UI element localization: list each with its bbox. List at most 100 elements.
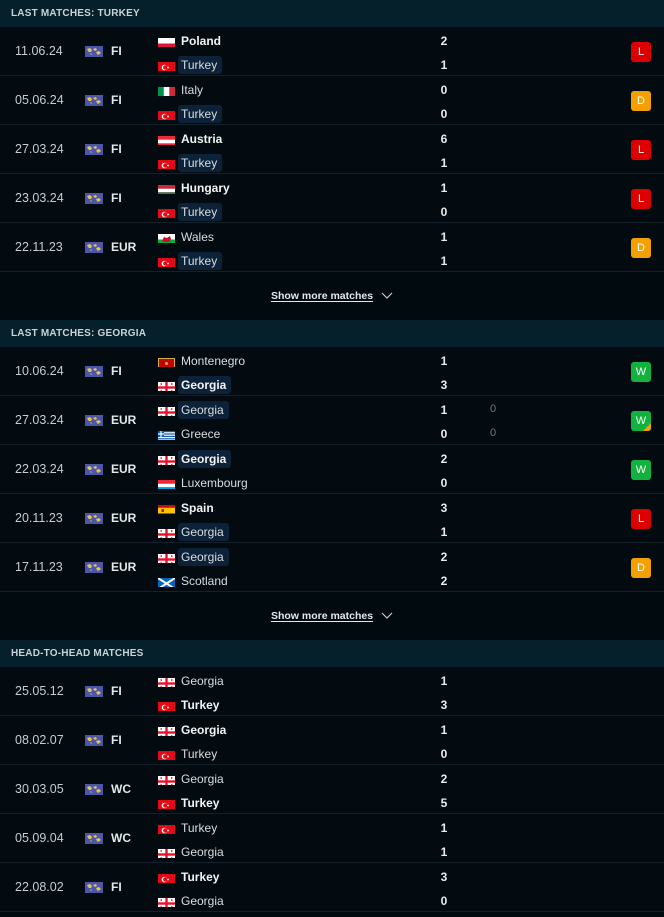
show-more-row: Show more matches [0,272,664,320]
match-row[interactable]: 05.06.24 FI Italy Turkey 0 0 D [0,76,664,125]
away-team[interactable]: Georgia [158,375,232,395]
away-team[interactable]: Turkey [158,55,223,75]
away-team[interactable]: Turkey [158,744,222,764]
result-badge: W [631,362,651,382]
show-more-matches-link[interactable]: Show more matches [271,610,373,622]
away-score: 0 [440,476,448,490]
competition-label: EUR [111,511,137,525]
home-team[interactable]: Georgia [158,720,231,740]
match-date: 08.02.07 [15,733,64,747]
away-team[interactable]: Turkey [158,793,224,813]
away-team[interactable]: Luxembourg [158,473,253,493]
away-team[interactable]: Georgia [158,891,229,911]
match-row[interactable]: 05.09.04 WC Turkey Georgia 1 1 [0,814,664,863]
home-team[interactable]: Wales [158,227,219,247]
world-map-icon [85,464,103,475]
home-team[interactable]: Georgia [158,671,229,691]
match-row[interactable]: 10.06.24 FI Montenegro Georgia 1 3 W [0,347,664,396]
away-score: 1 [440,58,448,72]
show-more-matches-link[interactable]: Show more matches [271,290,373,302]
match-row[interactable]: 20.11.23 EUR Spain Georgia 3 1 L [0,494,664,543]
georgia-flag-icon [158,725,175,736]
result-badge-label: L [637,46,645,58]
home-score: 2 [440,772,448,786]
home-team[interactable]: Turkey [158,867,224,887]
chevron-down-icon[interactable] [381,612,393,620]
match-row[interactable]: 30.03.05 WC Georgia Turkey 2 5 [0,765,664,814]
match-date: 11.06.24 [15,44,63,58]
away-team-name: Turkey [181,698,220,712]
home-team[interactable]: Poland [158,31,226,51]
away-score: 0 [440,107,448,121]
home-team-name: Georgia [178,548,229,566]
away-score: 1 [440,525,448,539]
home-team[interactable]: Italy [158,80,208,100]
section-title: LAST MATCHES: GEORGIA [0,320,664,347]
home-team[interactable]: Turkey [158,818,222,838]
georgia-flag-icon [158,774,175,785]
world-map-icon [85,735,103,746]
match-section: HEAD-TO-HEAD MATCHES 25.05.12 FI Georgia Tu… [0,640,664,912]
away-team[interactable]: Turkey [158,251,223,271]
world-map-icon [85,95,103,106]
result-badge-label: D [637,562,645,574]
match-row[interactable]: 25.05.12 FI Georgia Turkey 1 3 [0,667,664,716]
competition-label: FI [111,733,122,747]
austria-flag-icon [158,134,175,145]
georgia-flag-icon [158,527,175,538]
match-row[interactable]: 27.03.24 EUR Georgia Greece 1 0 0 0 W [0,396,664,445]
home-team[interactable]: Austria [158,129,227,149]
match-row[interactable]: 22.03.24 EUR Georgia Luxembourg 2 0 W [0,445,664,494]
section-title: LAST MATCHES: TURKEY [0,0,664,27]
away-team-name: Scotland [181,574,228,588]
away-score: 3 [440,698,448,712]
home-score: 0 [440,83,448,97]
home-team[interactable]: Georgia [158,769,229,789]
home-team[interactable]: Georgia [158,547,229,567]
away-team-name: Turkey [181,747,218,761]
away-team[interactable]: Scotland [158,571,233,591]
away-team[interactable]: Georgia [158,842,229,862]
home-team[interactable]: Spain [158,498,219,518]
away-team[interactable]: Georgia [158,522,229,542]
chevron-down-icon[interactable] [381,292,393,300]
away-team-name: Georgia [181,894,224,908]
result-badge: W [631,411,651,431]
home-team[interactable]: Montenegro [158,351,250,371]
competition-label: FI [111,364,122,378]
match-section: LAST MATCHES: TURKEY 11.06.24 FI Poland Tur… [0,0,664,320]
georgia-flag-icon [158,552,175,563]
match-row[interactable]: 27.03.24 FI Austria Turkey 6 1 L [0,125,664,174]
match-date: 22.03.24 [15,462,64,476]
home-team[interactable]: Georgia [158,400,229,420]
world-map-icon [85,513,103,524]
turkey-flag-icon [158,823,175,834]
match-row[interactable]: 11.06.24 FI Poland Turkey 2 1 L [0,27,664,76]
away-team[interactable]: Turkey [158,202,223,222]
turkey-flag-icon [158,872,175,883]
away-team[interactable]: Turkey [158,695,224,715]
match-row[interactable]: 17.11.23 EUR Georgia Scotland 2 2 D [0,543,664,592]
away-team-name: Turkey [178,105,223,123]
match-date: 17.11.23 [15,560,63,574]
turkey-flag-icon [158,158,175,169]
away-team[interactable]: Turkey [158,104,223,124]
home-score: 3 [440,870,448,884]
away-team-name: Turkey [181,796,220,810]
home-team[interactable]: Hungary [158,178,235,198]
match-row[interactable]: 22.08.02 FI Turkey Georgia 3 0 [0,863,664,912]
away-team[interactable]: Greece [158,424,225,444]
spain-flag-icon [158,503,175,514]
match-row[interactable]: 22.11.23 EUR Wales Turkey 1 1 D [0,223,664,272]
home-team[interactable]: Georgia [158,449,232,469]
georgia-flag-icon [158,454,175,465]
home-score: 3 [440,501,448,515]
match-row[interactable]: 08.02.07 FI Georgia Turkey 1 0 [0,716,664,765]
home-team-name: Georgia [181,723,227,737]
away-score: 2 [440,574,448,588]
competition-label: FI [111,93,122,107]
away-score: 1 [440,845,448,859]
georgia-flag-icon [158,847,175,858]
away-team[interactable]: Turkey [158,153,223,173]
match-row[interactable]: 23.03.24 FI Hungary Turkey 1 0 L [0,174,664,223]
